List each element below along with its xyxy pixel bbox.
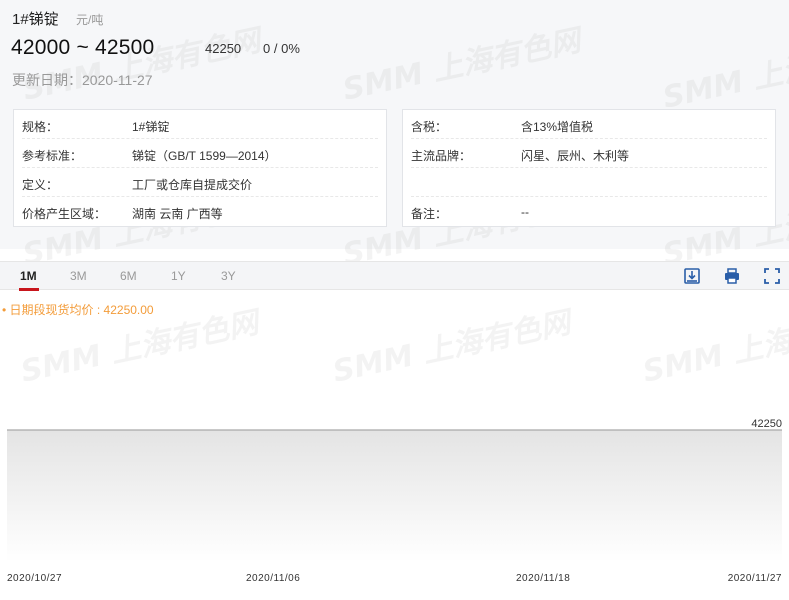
watermark: SMM 上海有色网	[19, 23, 264, 108]
updated-date: 更新日期：2020-11-27	[12, 72, 153, 88]
spec-value: 锑锭（GB/T 1599—2014）	[132, 149, 277, 163]
change-value: 0	[263, 41, 271, 56]
area-fill	[7, 430, 782, 562]
spec-row: 价格产生区域： 湖南 云南 广西等	[22, 197, 378, 226]
price-high: 42500	[94, 36, 155, 59]
watermark: SMM 上海有色网	[659, 31, 789, 116]
price-low: 42000	[11, 36, 71, 59]
tab-6m[interactable]: 6M	[120, 269, 137, 283]
spec-table-left: 规格： 1#锑锭 参考标准： 锑锭（GB/T 1599—2014） 定义： 工厂…	[13, 109, 387, 227]
x-tick-label: 2020/10/27	[7, 573, 62, 584]
price-unit: 元/吨	[76, 13, 104, 27]
spec-key: 价格产生区域：	[22, 207, 107, 221]
spec-row: 主流品牌： 闪星、辰州、木利等	[411, 139, 767, 168]
tab-3y[interactable]: 3Y	[221, 269, 236, 283]
change-percent: 0%	[281, 41, 300, 56]
spec-row: 参考标准： 锑锭（GB/T 1599—2014）	[22, 139, 378, 168]
spec-value: 湖南 云南 广西等	[132, 207, 223, 221]
spec-key: 含税：	[411, 120, 448, 134]
range-separator: ~	[76, 36, 89, 59]
spec-value: 1#锑锭	[132, 120, 170, 134]
x-tick-label: 2020/11/18	[516, 573, 570, 584]
print-icon[interactable]	[723, 267, 741, 285]
spec-row: 备注： --	[411, 197, 767, 226]
period-tab-bar: 1M 3M 6M 1Y 3Y	[0, 261, 789, 291]
tab-1y[interactable]: 1Y	[171, 269, 186, 283]
x-tick-label: 2020/11/06	[246, 573, 300, 584]
average-price: 42250	[205, 41, 242, 56]
spec-row: 规格： 1#锑锭	[22, 110, 378, 139]
x-tick-label: 2020/11/27	[728, 573, 782, 584]
fullscreen-icon[interactable]	[763, 267, 781, 285]
spec-row: 含税： 含13%增值税	[411, 110, 767, 139]
watermark: SMM 上海有色网	[339, 23, 584, 108]
product-title: 1#锑锭	[12, 11, 59, 28]
price-range: 42000 ~ 42500	[11, 36, 154, 60]
tab-3m[interactable]: 3M	[70, 269, 87, 283]
spec-value: 闪星、辰州、木利等	[521, 149, 630, 163]
spec-key: 主流品牌：	[411, 149, 472, 163]
spec-key: 备注：	[411, 207, 448, 221]
price-header-panel: SMM 上海有色网 SMM 上海有色网 SMM 上海有色网 SMM 上海有色网 …	[0, 0, 789, 273]
spec-row: 定义： 工厂或仓库自提成交价	[22, 168, 378, 197]
change-separator: /	[273, 41, 278, 56]
y-tick-label: 42250	[751, 418, 782, 430]
spec-key: 参考标准：	[22, 149, 83, 163]
spec-value: 含13%增值税	[521, 120, 594, 134]
download-image-icon[interactable]	[683, 267, 701, 285]
spec-row	[411, 168, 767, 197]
spec-value: --	[521, 205, 529, 219]
price-change: 0 / 0%	[263, 41, 300, 56]
spec-key: 定义：	[22, 178, 59, 192]
price-area-chart: 2020/10/27 2020/11/06 2020/11/18 2020/11/27…	[7, 418, 782, 584]
tab-1m[interactable]: 1M	[20, 269, 37, 283]
spec-table-right: 含税： 含13%增值税 主流品牌： 闪星、辰州、木利等 备注： --	[402, 109, 776, 227]
spec-value: 工厂或仓库自提成交价	[132, 178, 253, 192]
spec-key: 规格：	[22, 120, 59, 134]
